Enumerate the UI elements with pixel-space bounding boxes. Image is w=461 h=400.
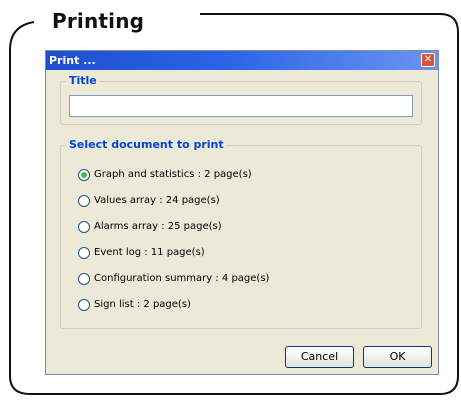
radio-option-event-log[interactable]: Event log : 11 page(s) <box>78 245 205 261</box>
radio-label: Configuration summary : 4 page(s) <box>94 273 270 284</box>
print-dialog: Print ... ✕ Title Select document to pri… <box>45 50 439 375</box>
radio-label: Event log : 11 page(s) <box>94 247 205 258</box>
radio-option-alarms-array[interactable]: Alarms array : 25 page(s) <box>78 219 222 235</box>
document-groupbox: Select document to print Graph and stati… <box>60 138 422 329</box>
document-group-legend: Select document to print <box>67 138 226 152</box>
dialog-titlebar[interactable]: Print ... ✕ <box>46 51 438 70</box>
radio-label: Alarms array : 25 page(s) <box>94 221 222 232</box>
radio-unselected-icon[interactable] <box>78 221 90 233</box>
radio-option-graph-statistics[interactable]: Graph and statistics : 2 page(s) <box>78 167 252 183</box>
radio-label: Graph and statistics : 2 page(s) <box>94 169 252 180</box>
radio-option-values-array[interactable]: Values array : 24 page(s) <box>78 193 220 209</box>
ok-button[interactable]: OK <box>363 346 432 368</box>
title-group-legend: Title <box>67 74 99 88</box>
dialog-title: Print ... <box>49 54 96 67</box>
section-heading: Printing <box>52 9 145 33</box>
radio-unselected-icon[interactable] <box>78 195 90 207</box>
radio-unselected-icon[interactable] <box>78 247 90 259</box>
radio-selected-icon[interactable] <box>78 169 90 181</box>
title-input[interactable] <box>69 95 413 117</box>
radio-label: Sign list : 2 page(s) <box>94 299 191 310</box>
close-icon[interactable]: ✕ <box>421 53 435 67</box>
radio-label: Values array : 24 page(s) <box>94 195 220 206</box>
cancel-button[interactable]: Cancel <box>285 346 354 368</box>
radio-unselected-icon[interactable] <box>78 299 90 311</box>
title-groupbox: Title <box>60 74 422 125</box>
radio-unselected-icon[interactable] <box>78 273 90 285</box>
radio-option-configuration-summary[interactable]: Configuration summary : 4 page(s) <box>78 271 269 287</box>
radio-option-sign-list[interactable]: Sign list : 2 page(s) <box>78 297 191 313</box>
